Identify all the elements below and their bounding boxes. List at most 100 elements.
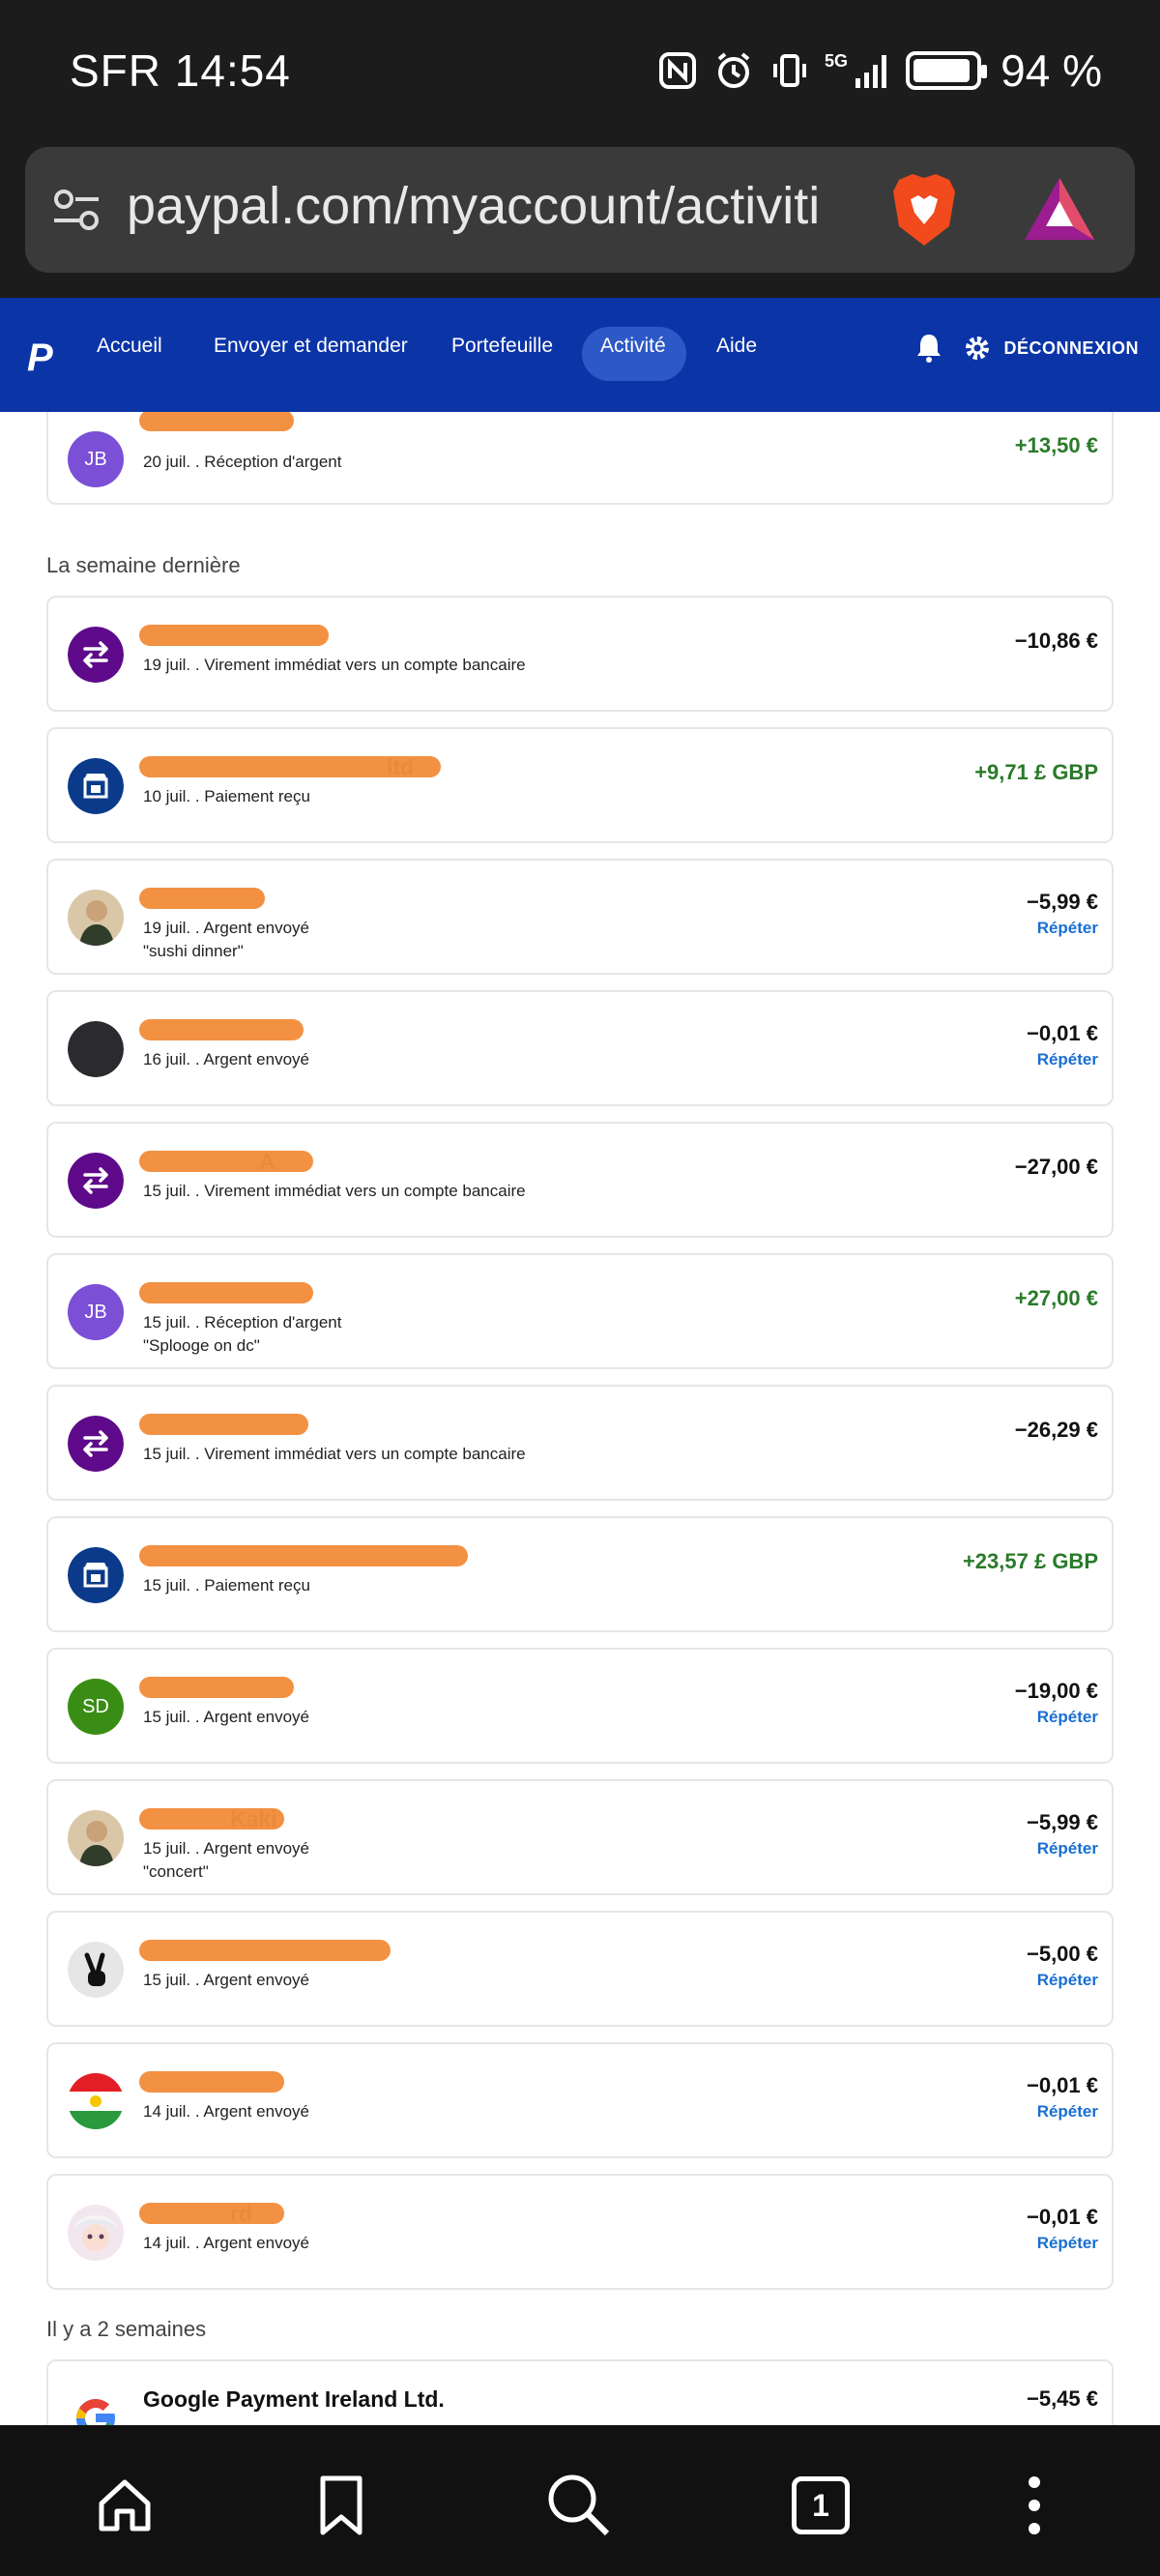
redaction xyxy=(139,1019,304,1040)
nav-item-accueil[interactable]: Accueil xyxy=(97,335,162,358)
transfer-avatar-icon xyxy=(68,1153,124,1209)
browser-bottom-nav: 1 xyxy=(0,2425,1160,2576)
transaction-card[interactable]: 16 juil. . Argent envoyé −0,01 € Répéter xyxy=(46,990,1114,1106)
menu-icon[interactable] xyxy=(1000,2472,1068,2539)
transaction-subtitle: 15 juil. . Argent envoyé xyxy=(143,1971,310,1989)
transaction-card[interactable]: 19 juil. . Virement immédiat vers un com… xyxy=(46,596,1114,712)
transaction-card[interactable]: A15 juil. . Virement immédiat vers un co… xyxy=(46,1122,1114,1238)
gear-icon[interactable] xyxy=(963,329,992,372)
nav-item-aide[interactable]: Aide xyxy=(716,335,757,358)
section-label: Il y a 2 semaines xyxy=(46,2317,207,2341)
transaction-subtitle: 15 juil. . Réception d'argent xyxy=(143,1313,342,1332)
transaction-amount: +13,50 € xyxy=(1014,433,1098,457)
transaction-card[interactable]: 15 juil. . Paiement reçu +23,57 £ GBP xyxy=(46,1516,1114,1632)
tabs-button[interactable]: 1 xyxy=(787,2472,855,2539)
redaction xyxy=(139,1414,308,1435)
google-icon xyxy=(68,2390,124,2425)
repeat-link[interactable]: Répéter xyxy=(1037,919,1098,938)
site-settings-icon[interactable] xyxy=(52,186,102,241)
transaction-card[interactable]: 15 juil. . Argent envoyé −5,00 € Répéter xyxy=(46,1911,1114,2027)
transaction-amount: −5,00 € xyxy=(1026,1942,1098,1966)
home-icon[interactable] xyxy=(91,2472,159,2539)
tab-count: 1 xyxy=(792,2476,850,2534)
transaction-subtitle: 14 juil. . Argent envoyé xyxy=(143,2234,310,2252)
browser-toolbar: paypal.com/myaccount/activiti xyxy=(0,143,1160,298)
vibrate-icon xyxy=(768,49,811,92)
redaction xyxy=(139,1151,313,1172)
nav-item-portefeuille[interactable]: Portefeuille xyxy=(451,335,553,358)
transaction-subtitle: 16 juil. . Argent envoyé xyxy=(143,1050,310,1068)
avatar-initials: SD xyxy=(68,1679,124,1735)
transaction-amount: −5,45 € xyxy=(1026,2386,1098,2411)
redaction xyxy=(139,2203,284,2224)
repeat-link[interactable]: Répéter xyxy=(1037,1971,1098,1990)
transaction-amount: +23,57 £ GBP xyxy=(962,1549,1098,1573)
transaction-note: "sushi dinner" xyxy=(143,942,244,960)
store-avatar-icon xyxy=(68,758,124,814)
logout-button[interactable]: DÉCONNEXION xyxy=(1003,338,1139,359)
redaction xyxy=(139,1677,294,1698)
activity-list: JB 20 juil. . Réception d'argent +13,50 … xyxy=(0,412,1160,2425)
transaction-amount: −19,00 € xyxy=(1014,1679,1098,1703)
transaction-amount: +27,00 € xyxy=(1014,1286,1098,1310)
repeat-link[interactable]: Répéter xyxy=(1037,1708,1098,1727)
transaction-subtitle: 15 juil. . Virement immédiat vers un com… xyxy=(143,1445,526,1463)
transaction-card[interactable]: ltd10 juil. . Paiement reçu+9,71 £ GBP xyxy=(46,727,1114,843)
battery-icon xyxy=(906,51,988,90)
transaction-card[interactable]: JB 20 juil. . Réception d'argent +13,50 … xyxy=(46,412,1114,505)
transaction-amount: −0,01 € xyxy=(1026,2205,1098,2229)
redaction xyxy=(139,1940,391,1961)
transaction-amount: +9,71 £ GBP xyxy=(974,760,1098,784)
transaction-note: "concert" xyxy=(143,1862,209,1881)
carrier-time: SFR 14:54 xyxy=(70,45,291,96)
repeat-link[interactable]: Répéter xyxy=(1037,2102,1098,2122)
transaction-card[interactable]: JB 15 juil. . Réception d'argent "Splooge … xyxy=(46,1253,1114,1369)
transfer-avatar-icon xyxy=(68,627,124,683)
transaction-subtitle: 15 juil. . Virement immédiat vers un com… xyxy=(143,1182,526,1200)
transaction-amount: −10,86 € xyxy=(1014,629,1098,653)
repeat-link[interactable]: Répéter xyxy=(1037,2234,1098,2253)
brave-shields-icon[interactable] xyxy=(885,170,963,254)
paypal-nav: P Accueil Envoyer et demander Portefeuil… xyxy=(0,298,1160,412)
transaction-note: "Splooge on dc" xyxy=(143,1336,260,1355)
transaction-card[interactable]: Kaki15 juil. . Argent envoyé"concert"−5,… xyxy=(46,1779,1114,1895)
photo-avatar-icon xyxy=(68,1810,124,1866)
avatar: JB xyxy=(68,431,124,487)
nav-item-activite[interactable]: Activité xyxy=(600,335,666,358)
store-avatar-icon xyxy=(68,1547,124,1603)
paypal-logo[interactable]: P xyxy=(27,337,53,380)
dark-avatar-icon xyxy=(68,1021,124,1077)
nav-item-envoyer[interactable]: Envoyer et demander xyxy=(214,335,408,358)
address-bar[interactable]: paypal.com/myaccount/activiti xyxy=(25,147,1135,273)
transaction-card[interactable]: Google Payment Ireland Ltd. −5,45 € xyxy=(46,2359,1114,2425)
redaction xyxy=(139,888,265,909)
redaction xyxy=(139,1282,313,1303)
bookmark-icon[interactable] xyxy=(307,2472,375,2539)
avatar-initials: JB xyxy=(68,1284,124,1340)
transaction-amount: −27,00 € xyxy=(1014,1155,1098,1179)
flag-avatar-icon xyxy=(68,2073,124,2129)
transaction-card[interactable]: rd14 juil. . Argent envoyé−0,01 €Répéter xyxy=(46,2174,1114,2290)
alarm-icon xyxy=(712,49,755,92)
redaction xyxy=(139,1808,284,1830)
redaction xyxy=(139,756,441,777)
url-text[interactable]: paypal.com/myaccount/activiti xyxy=(127,176,881,236)
brave-rewards-icon[interactable] xyxy=(1021,174,1098,249)
transaction-subtitle: 19 juil. . Argent envoyé xyxy=(143,919,310,937)
redaction xyxy=(139,2071,284,2093)
transaction-card[interactable]: 15 juil. . Virement immédiat vers un com… xyxy=(46,1385,1114,1501)
transaction-amount: −0,01 € xyxy=(1026,1021,1098,1045)
signal-5g-icon: 5G xyxy=(825,49,892,92)
transaction-card[interactable]: SD 15 juil. . Argent envoyé −19,00 € Répéte… xyxy=(46,1648,1114,1764)
transaction-subtitle: 14 juil. . Argent envoyé xyxy=(143,2102,310,2121)
bell-icon[interactable] xyxy=(914,329,943,372)
redaction xyxy=(139,412,294,431)
transaction-subtitle: 15 juil. . Argent envoyé xyxy=(143,1839,310,1858)
repeat-link[interactable]: Répéter xyxy=(1037,1050,1098,1069)
repeat-link[interactable]: Répéter xyxy=(1037,1839,1098,1859)
redaction xyxy=(139,1545,468,1566)
search-icon[interactable] xyxy=(545,2472,613,2539)
transaction-card[interactable]: 19 juil. . Argent envoyé "sushi dinner" −5… xyxy=(46,859,1114,975)
section-label: La semaine dernière xyxy=(46,553,241,577)
transaction-card[interactable]: 14 juil. . Argent envoyé −0,01 € Répéter xyxy=(46,2042,1114,2158)
